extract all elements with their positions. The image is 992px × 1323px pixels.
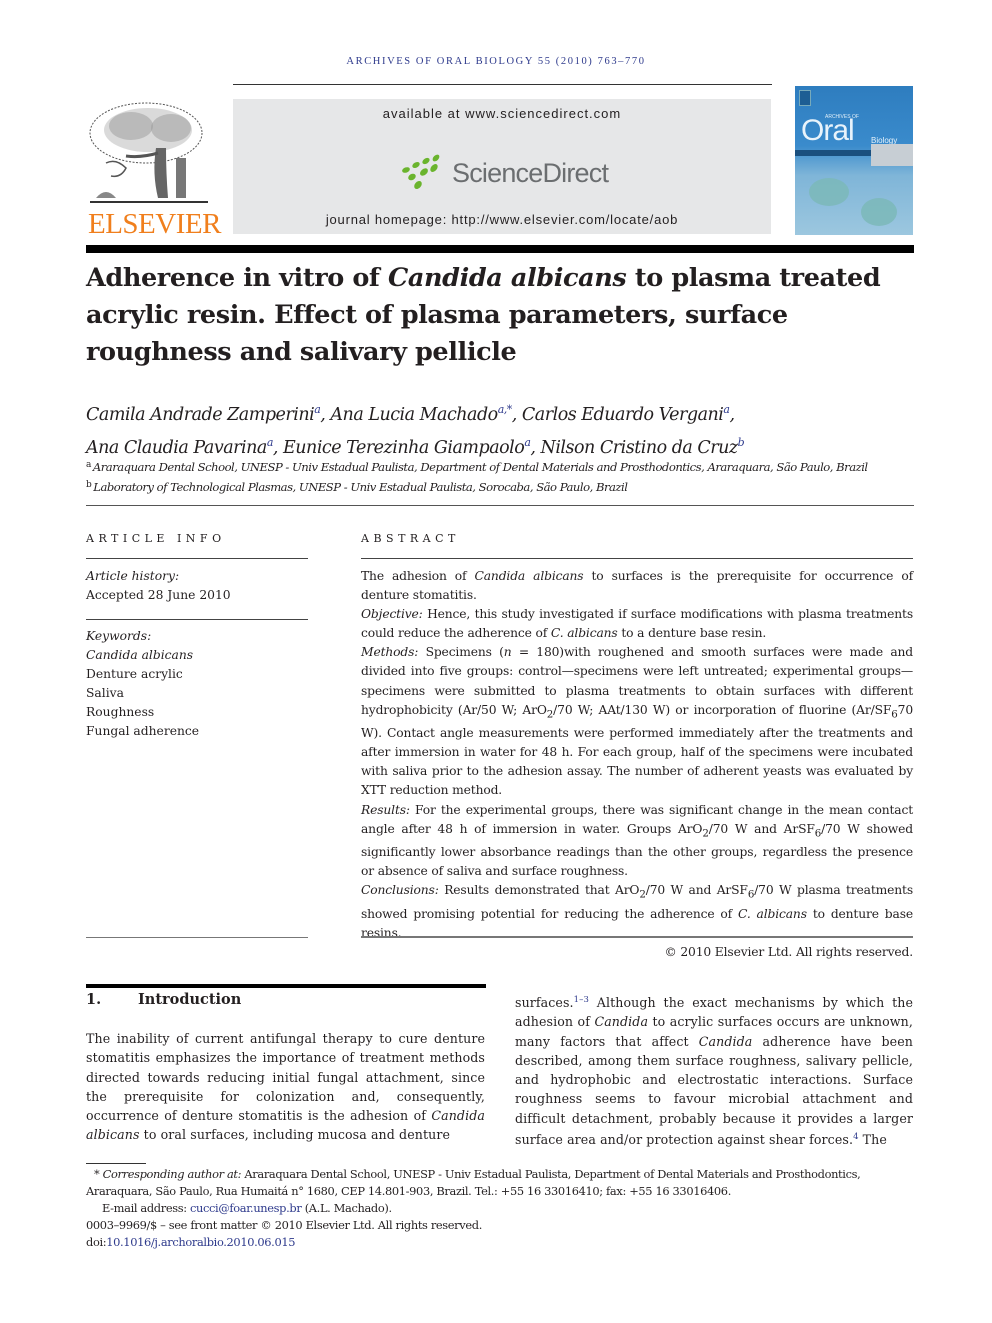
author[interactable]: Eunice Terezinha Giampaoloa xyxy=(283,436,531,458)
abstract-results: Results: For the experimental groups, th… xyxy=(361,802,913,879)
footnote-rule xyxy=(86,1163,146,1164)
doi-link[interactable]: 10.1016/j.archoralbio.2010.06.015 xyxy=(106,1235,295,1249)
keyword[interactable]: Saliva xyxy=(86,684,308,703)
abstract-intro: The adhesion of Candida albicans to surf… xyxy=(361,569,913,603)
article-info-heading: ARTICLE INFO xyxy=(86,532,226,545)
introduction-right-column: surfaces.1–3 Although the exact mechanis… xyxy=(515,995,914,1148)
author-list: Camila Andrade Zamperinia, Ana Lucia Mac… xyxy=(86,403,745,458)
running-head: ARCHIVES OF ORAL BIOLOGY 55 (2010) 763–7… xyxy=(346,56,646,67)
author[interactable]: Ana Lucia Machadoa,* xyxy=(330,403,512,425)
keywords-list: Keywords: Candida albicans Denture acryl… xyxy=(86,627,308,741)
keyword[interactable]: Candida albicans xyxy=(86,646,308,665)
available-at-text[interactable]: available at www.sciencedirect.com xyxy=(233,106,771,121)
cover-publisher-mark xyxy=(799,90,811,106)
author[interactable]: Nilson Cristino da Cruzb xyxy=(541,436,745,458)
abstract-heading: ABSTRACT xyxy=(361,532,460,545)
introduction-rule xyxy=(86,984,486,988)
introduction-left-column: The inability of current antifungal ther… xyxy=(86,1031,485,1143)
keyword[interactable]: Fungal adherence xyxy=(86,722,308,741)
abstract-copyright: © 2010 Elsevier Ltd. All rights reserved… xyxy=(664,945,913,960)
abstract-methods: Methods: Specimens (n = 180)with roughen… xyxy=(361,645,913,798)
abstract-conclusions: Conclusions: Results demonstrated that A… xyxy=(361,883,913,941)
affiliation-a: a Araraquara Dental School, UNESP - Univ … xyxy=(86,460,868,474)
accepted-date: Accepted 28 June 2010 xyxy=(86,588,231,602)
keyword[interactable]: Roughness xyxy=(86,703,308,722)
sciencedirect-logo[interactable]: ScienceDirect xyxy=(398,152,618,194)
email-link[interactable]: cucci@foar.unesp.br xyxy=(190,1201,302,1215)
corresponding-author-note: * Corresponding author at: Araraquara De… xyxy=(86,1167,861,1198)
elsevier-wordmark: ELSEVIER xyxy=(88,208,221,240)
abstract-objective: Objective: Hence, this study investigate… xyxy=(361,607,913,641)
abstract-body: The adhesion of Candida albicans to surf… xyxy=(361,567,913,962)
sciencedirect-dots-icon xyxy=(402,154,440,190)
cover-big-title: Oral xyxy=(801,114,855,147)
introduction-heading: 1. Introduction xyxy=(86,991,242,1008)
sciencedirect-wordmark: ScienceDirect xyxy=(452,158,609,188)
keyword[interactable]: Denture acrylic xyxy=(86,665,308,684)
footnotes: * Corresponding author at: Araraquara De… xyxy=(86,1166,926,1251)
section-separator xyxy=(86,505,914,506)
journal-cover-image: ARCHIVES OF Oral Biology xyxy=(795,86,913,235)
tree-icon xyxy=(89,102,208,203)
author[interactable]: Ana Claudia Pavarinaa xyxy=(86,436,273,458)
citation-link[interactable]: 1–3 xyxy=(574,995,589,1005)
article-history: Article history: Accepted 28 June 2010 xyxy=(86,567,308,605)
title-species: Candida albicans xyxy=(387,263,627,293)
author[interactable]: Carlos Eduardo Vergania xyxy=(522,403,730,425)
journal-homepage-text[interactable]: journal homepage: http://www.elsevier.co… xyxy=(233,212,771,227)
author[interactable]: Camila Andrade Zamperinia xyxy=(86,403,321,425)
affiliation-b: b Laboratory of Technological Plasmas, UN… xyxy=(86,480,628,494)
issn-line: 0003–9969/$ – see front matter © 2010 El… xyxy=(86,1218,482,1232)
top-rule xyxy=(233,84,772,85)
masthead-rule xyxy=(86,245,914,253)
article-title: Adherence in vitro of Candida albicans t… xyxy=(86,263,881,367)
